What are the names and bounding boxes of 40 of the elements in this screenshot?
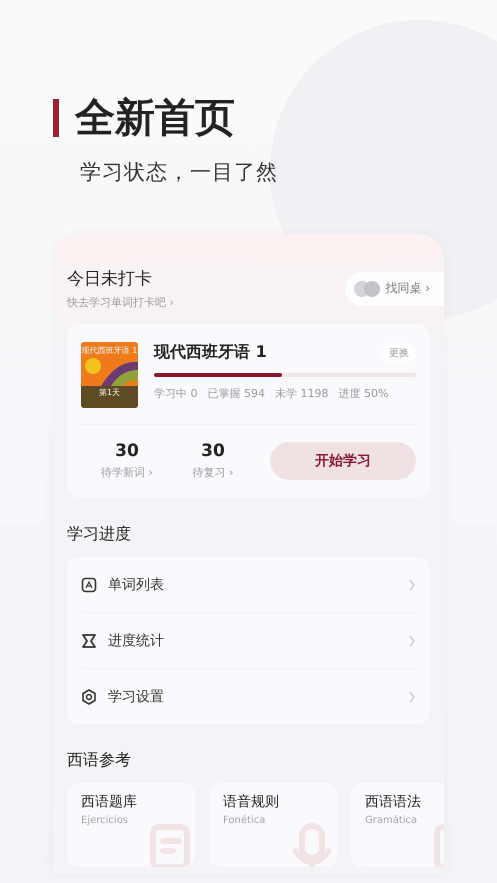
section-title: 学习进度 xyxy=(67,524,132,545)
cover-title: 现代西班牙语 1 xyxy=(81,345,138,356)
menu-item[interactable]: 进度统计 xyxy=(81,613,416,669)
section-title: 西语参考 xyxy=(67,750,132,771)
card-subtitle: Gramática xyxy=(365,815,418,826)
menu-label: 单词列表 xyxy=(108,576,165,594)
card-title: 西语题库 xyxy=(81,793,138,811)
checkin-title: 今日未打卡 xyxy=(67,268,153,290)
accent-bar xyxy=(53,99,59,137)
menu-item[interactable]: 单词列表 xyxy=(81,557,416,613)
letter-a-icon xyxy=(81,576,97,592)
headline: 全新首页 xyxy=(75,94,235,143)
hexagon-icon xyxy=(81,688,97,704)
count-value: 30 xyxy=(115,441,139,461)
cover-day: 第1天 xyxy=(81,386,138,408)
reference-card[interactable]: 西语语法 Gramática xyxy=(351,783,444,867)
deskmate-button[interactable]: 找同桌 › xyxy=(345,272,444,306)
start-button[interactable]: 开始学习 xyxy=(270,442,416,480)
stat-text: 进度 50% xyxy=(338,386,388,401)
book-title: 现代西班牙语 1 xyxy=(154,342,267,363)
chevron-icon xyxy=(408,690,416,702)
reference-card[interactable]: 语音规则 Fonética xyxy=(209,783,337,867)
menu-label: 进度统计 xyxy=(108,632,165,650)
chevron-icon xyxy=(408,578,416,590)
chevron-icon xyxy=(408,634,416,646)
card-subtitle: Ejercicios xyxy=(81,815,130,826)
menu-item[interactable]: 学习设置 xyxy=(81,669,416,724)
avatar-icon xyxy=(353,280,382,298)
stat-text: 未学 1198 xyxy=(275,386,328,401)
menu-label: 学习设置 xyxy=(108,688,165,706)
microphone-icon xyxy=(291,823,333,867)
reference-card[interactable]: 西语题库 Ejercicios xyxy=(67,783,195,867)
card-title: 语音规则 xyxy=(223,793,280,811)
subheadline: 学习状态，一目了然 xyxy=(80,159,279,186)
stat-text: 学习中 0 xyxy=(154,386,198,401)
count-value: 30 xyxy=(201,441,225,461)
card-title: 西语语法 xyxy=(365,793,422,811)
card-subtitle: Fonética xyxy=(223,815,266,826)
stat-text: 已掌握 594 xyxy=(208,386,265,401)
hourglass-icon xyxy=(81,632,97,648)
